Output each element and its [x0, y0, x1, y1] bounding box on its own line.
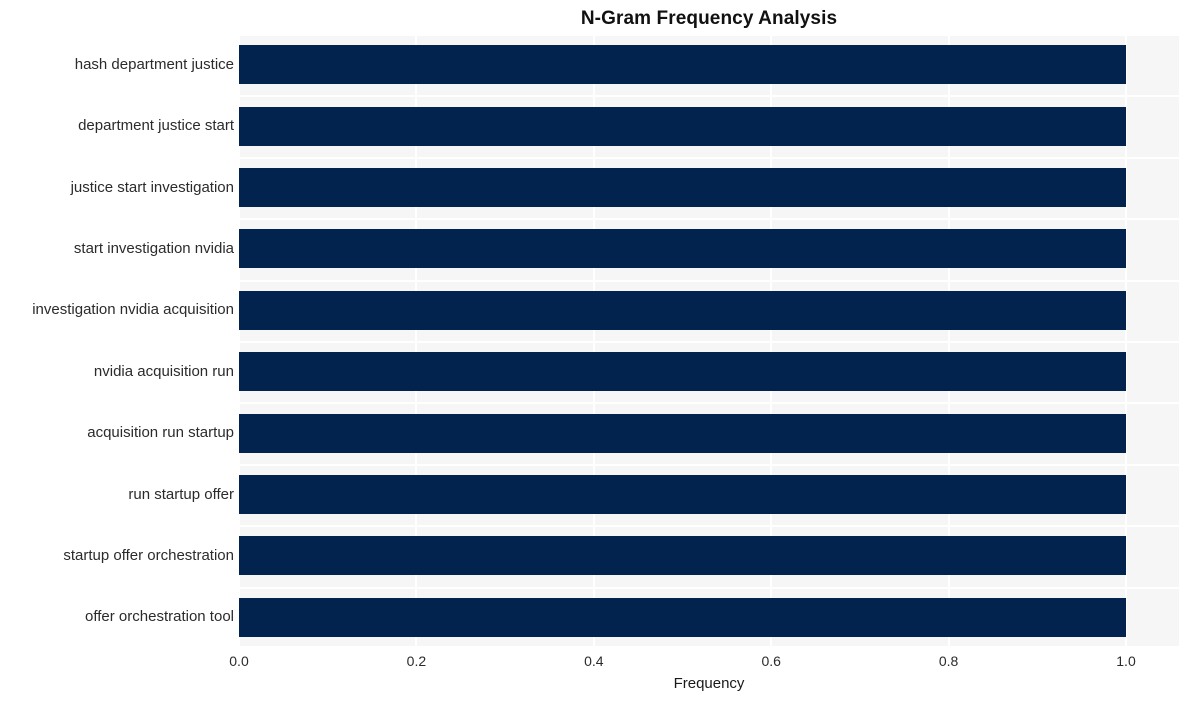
gridline-horizontal [239, 218, 1179, 220]
x-axis-tick-label: 1.0 [1116, 653, 1136, 669]
gridline-horizontal [239, 402, 1179, 404]
gridline-horizontal [239, 587, 1179, 589]
x-axis-tick-label: 0.6 [761, 653, 781, 669]
x-axis-tick-label: 0.8 [938, 653, 959, 669]
y-axis-tick-label: startup offer orchestration [63, 546, 234, 564]
y-axis-tick-label: offer orchestration tool [85, 608, 234, 626]
bar [239, 352, 1126, 392]
y-axis-tick-label: hash department justice [74, 55, 234, 73]
bar [239, 475, 1126, 514]
y-axis-tick-label: department justice start [78, 117, 234, 135]
gridline-horizontal [239, 157, 1179, 159]
gridline-horizontal [239, 280, 1179, 282]
bar [239, 229, 1126, 269]
gridline-horizontal [239, 525, 1179, 527]
bar [239, 536, 1126, 576]
bar [239, 413, 1126, 453]
bar [239, 290, 1126, 330]
gridline-horizontal [239, 34, 1179, 36]
gridline-horizontal [239, 95, 1179, 97]
gridline-horizontal [239, 646, 1179, 648]
x-axis-tick-label: 0.4 [584, 653, 604, 669]
y-axis-tick-label: nvidia acquisition run [93, 362, 234, 380]
chart-title: N-Gram Frequency Analysis [580, 8, 838, 29]
bar [239, 106, 1126, 146]
gridline-horizontal [239, 464, 1179, 466]
x-axis-tick-label: 0.2 [406, 653, 427, 669]
y-axis-tick-label: justice start investigation [70, 178, 234, 196]
bar [239, 168, 1126, 207]
y-axis-tick-label: acquisition run startup [87, 424, 234, 442]
x-axis-title: Frequency [673, 675, 745, 692]
y-axis-tick-label: investigation nvidia acquisition [32, 301, 234, 319]
bar [239, 45, 1126, 85]
y-axis-tick-label: run startup offer [128, 485, 234, 503]
x-axis-tick-label: 0.0 [229, 653, 249, 669]
gridline-horizontal [239, 341, 1179, 343]
y-axis-tick-label: start investigation nvidia [73, 239, 234, 257]
plot-area [239, 34, 1179, 648]
chart-figure: N-Gram Frequency Analysis hash departmen… [0, 0, 1179, 701]
bar [239, 597, 1126, 637]
